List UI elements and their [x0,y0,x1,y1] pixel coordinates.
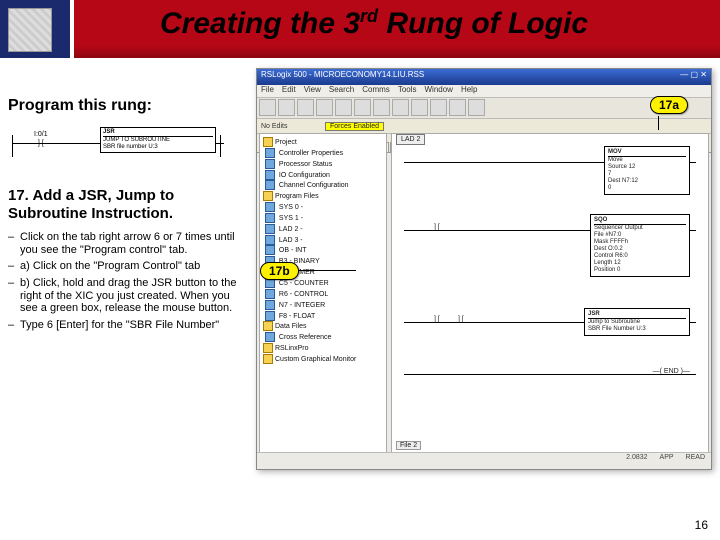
title-sup: rd [360,6,378,26]
tree-item[interactable]: Data Files [275,323,307,330]
tree-item[interactable]: Cross Reference [277,334,331,341]
tool-button[interactable] [316,99,333,116]
title-part-a: Creating the 3 [160,7,360,40]
tool-button[interactable] [354,99,371,116]
project-tree[interactable]: Project Controller Properties Processor … [259,133,387,453]
page-number: 16 [695,518,708,532]
callout-17b: 17b [260,262,299,280]
jsr-box: JSR JUMP TO SUBROUTINE SBR file number U… [100,127,216,153]
toolbar[interactable] [257,98,711,119]
app-screenshot: RSLogix 500 - MICROECONOMY14.LIU.RSS — ▢… [256,68,712,470]
jsr-block: JSR Jump to SubroutineSBR File Number U:… [584,308,690,336]
tool-button[interactable] [411,99,428,116]
tool-button[interactable] [335,99,352,116]
menu-bar[interactable]: File Edit View Search Comms Tools Window… [257,85,711,98]
menu-tools[interactable]: Tools [398,85,417,97]
stamp-icon [8,8,52,52]
sqo-block: SQO Sequencer OutputFile #N7:0Mask FFFFh… [590,214,690,277]
tool-button[interactable] [449,99,466,116]
tree-item[interactable]: OB - INT [277,247,307,254]
jsr-line2: SBR file number U:3 [103,144,213,151]
status-read: READ [686,454,705,468]
file-tab[interactable]: File 2 [396,441,421,450]
step-title: 17. Add a JSR, Jump to Subroutine Instru… [8,187,246,223]
slide-title: Creating the 3rd Rung of Logic [160,6,710,41]
tree-item[interactable]: RSLinxPro [275,345,308,352]
xic-contact: I:0/1 ] [ [34,131,48,147]
bullet-list: Click on the tab right arrow 6 or 7 time… [8,231,246,331]
menu-search[interactable]: Search [329,85,354,97]
callout-17a: 17a [650,96,688,114]
tree-item[interactable]: Project [275,139,297,146]
ladder-rung-diagram: I:0/1 ] [ JSR JUMP TO SUBROUTINE SBR fil… [8,127,228,165]
window-title: RSLogix 500 - MICROECONOMY14.LIU.RSS [261,70,424,84]
tree-item[interactable]: Channel Configuration [277,182,349,189]
tool-button[interactable] [392,99,409,116]
tool-button[interactable] [297,99,314,116]
mov-block: MOV MoveSource 12 7Dest N7:12 0 [604,146,690,195]
window-controls[interactable]: — ▢ ✕ [680,70,707,84]
slide: Creating the 3rd Rung of Logic Program t… [0,0,720,540]
tool-button[interactable] [373,99,390,116]
jsr-line1: JUMP TO SUBROUTINE [103,137,213,144]
menu-comms[interactable]: Comms [362,85,390,97]
tree-item[interactable]: Program Files [275,193,319,200]
bullet-item: Type 6 [Enter] for the "SBR File Number" [20,319,246,332]
tree-item[interactable]: LAD 3 - [277,236,303,243]
menu-edit[interactable]: Edit [282,85,296,97]
tool-button[interactable] [278,99,295,116]
tree-item[interactable]: LAD 2 - [277,226,303,233]
left-column: Program this rung: I:0/1 ] [ JSR JUMP TO… [8,96,246,343]
tree-item[interactable]: IO Configuration [277,171,330,178]
jsr-head: JSR [103,129,213,137]
tree-item[interactable]: SYS 1 - [277,215,303,222]
status-app: APP [660,454,674,468]
menu-help[interactable]: Help [461,85,477,97]
menu-window[interactable]: Window [425,85,453,97]
status-bar: 2.0832 APP READ [257,452,711,469]
tool-button[interactable] [430,99,447,116]
ladder-editor[interactable]: LAD 2 MOV MoveSource 12 7Dest N7:12 0 [391,133,709,453]
tool-button[interactable] [259,99,276,116]
window-titlebar: RSLogix 500 - MICROECONOMY14.LIU.RSS — ▢… [257,69,711,85]
subhead: Program this rung: [8,96,246,115]
menu-view[interactable]: View [304,85,321,97]
status-zoom: 2.0832 [626,454,647,468]
ladder-tab[interactable]: LAD 2 [396,134,425,145]
tree-item[interactable]: C5 - COUNTER [277,280,329,287]
bullet-item: Click on the tab right arrow 6 or 7 time… [20,231,246,256]
tree-item[interactable]: R6 - CONTROL [277,291,328,298]
xic-address: I:0/1 [34,131,48,138]
title-part-b: Rung of Logic [378,7,588,40]
bullet-item: a) Click on the "Program Control" tab [20,260,246,273]
tool-button[interactable] [468,99,485,116]
tree-item[interactable]: Controller Properties [277,150,343,157]
menu-file[interactable]: File [261,85,274,97]
tree-item[interactable]: F8 - FLOAT [277,312,315,319]
tree-item[interactable]: SYS 0 - [277,204,303,211]
forces-indicator: Forces Enabled [325,122,384,131]
bullet-item: b) Click, hold and drag the JSR button t… [20,277,246,315]
tree-item[interactable]: Custom Graphical Monitor [275,356,356,363]
app-body: Project Controller Properties Processor … [257,131,711,455]
tree-item[interactable]: Processor Status [277,161,332,168]
tree-item[interactable]: N7 - INTEGER [277,302,325,309]
